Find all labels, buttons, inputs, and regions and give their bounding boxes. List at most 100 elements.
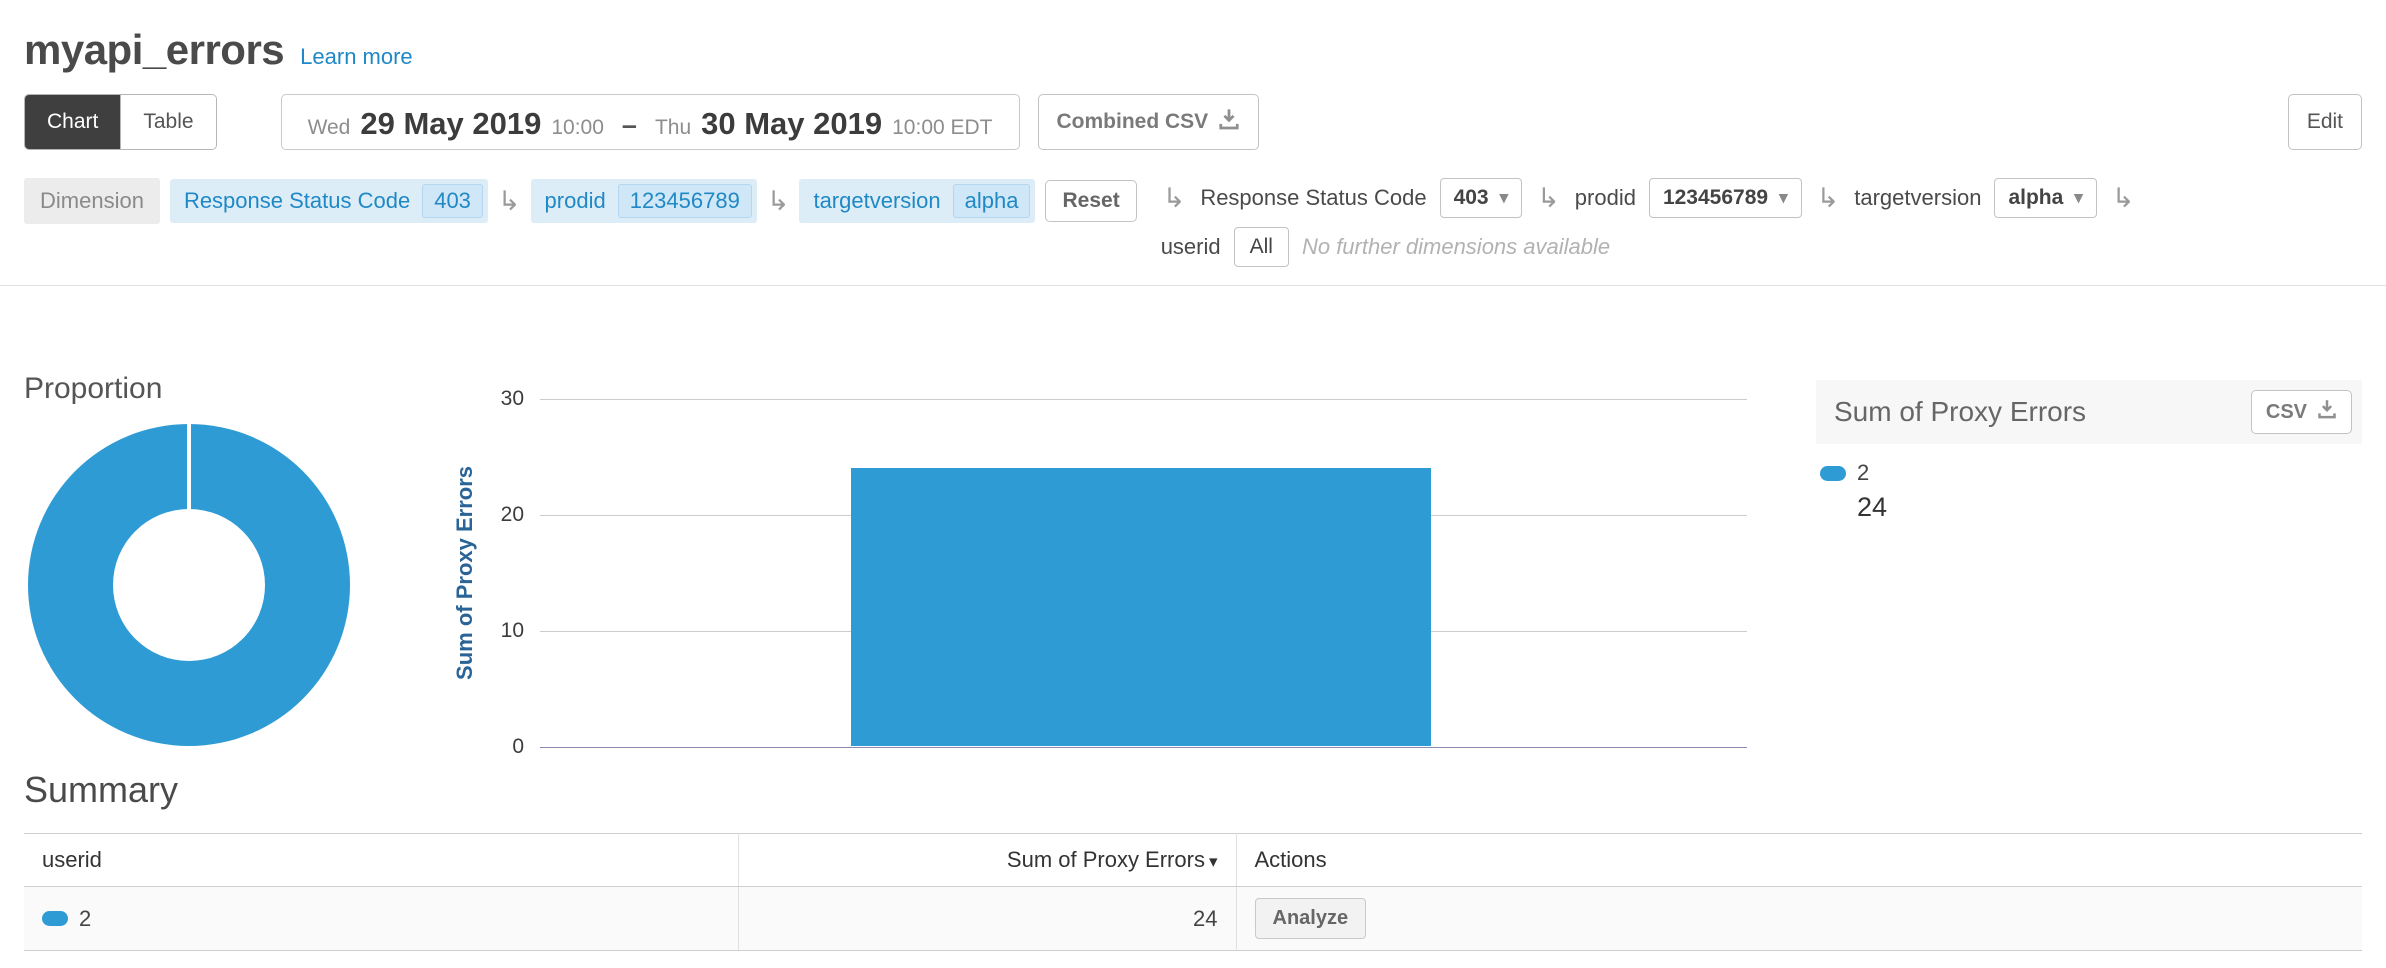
summary-table: userid Sum of Proxy Errors▾ Actions 2 24… <box>24 833 2362 951</box>
y-tick-label: 0 <box>512 735 524 759</box>
breadcrumb-chip[interactable]: Response Status Code 403 <box>170 179 488 223</box>
legend-item-label: 2 <box>1857 460 1869 486</box>
selector-row: ↳ Response Status Code 403 ▾ ↳ prodid 12… <box>1161 178 2137 218</box>
selector-row: userid All No further dimensions availab… <box>1161 227 2137 267</box>
bar-chart: Sum of Proxy Errors 3020100 <box>426 372 1790 747</box>
table-header-row: userid Sum of Proxy Errors▾ Actions <box>24 834 2362 887</box>
cell-sum: 24 <box>738 887 1236 951</box>
date-range-separator: – <box>622 110 637 141</box>
divider <box>0 285 2386 286</box>
status-code-dropdown[interactable]: 403 ▾ <box>1440 178 1523 218</box>
selector-name: targetversion <box>1854 185 1981 211</box>
breadcrumb-value: alpha <box>953 184 1031 218</box>
end-day: Thu <box>655 116 691 140</box>
y-tick-label: 20 <box>501 503 524 527</box>
summary-title: Summary <box>24 769 2362 811</box>
page-header: myapi_errors Learn more <box>24 26 2362 74</box>
cell-userid: 2 <box>24 887 738 951</box>
csv-label: CSV <box>2266 401 2307 424</box>
column-header-userid: userid <box>24 834 738 887</box>
edit-button[interactable]: Edit <box>2288 94 2362 150</box>
y-axis-label: Sum of Proxy Errors <box>452 466 478 680</box>
analyze-button[interactable]: Analyze <box>1255 898 1367 939</box>
chevron-down-icon: ▾ <box>1500 188 1509 208</box>
y-tick-label: 30 <box>501 387 524 411</box>
userid-all-button[interactable]: All <box>1234 227 1289 267</box>
column-header-sum[interactable]: Sum of Proxy Errors▾ <box>738 834 1236 887</box>
breadcrumb-name: Response Status Code <box>184 188 410 214</box>
date-range-picker[interactable]: Wed 29 May 2019 10:00 – Thu 30 May 2019 … <box>281 94 1020 150</box>
download-icon <box>2317 399 2337 425</box>
download-icon <box>1218 108 1240 136</box>
breadcrumb-name: targetversion <box>813 188 940 214</box>
legend-items: 2 24 <box>1816 444 2362 523</box>
page-title: myapi_errors <box>24 26 284 74</box>
charts-section: Proportion Sum of Proxy Errors 3020100 S… <box>24 372 2362 747</box>
toolbar: Chart Table Wed 29 May 2019 10:00 – Thu … <box>24 94 2362 150</box>
drilldown-arrow-icon: ↳ <box>2110 185 2137 212</box>
dimension-breadcrumb: Response Status Code 403 ↳ prodid 123456… <box>170 179 1036 223</box>
selector-name: Response Status Code <box>1200 185 1426 211</box>
start-day: Wed <box>308 116 351 140</box>
gridline <box>540 747 1747 748</box>
dimension-drilldown: Dimension Response Status Code 403 ↳ pro… <box>24 178 1137 224</box>
selector-name: prodid <box>1575 185 1636 211</box>
cell-actions: Analyze <box>1236 887 2362 951</box>
breadcrumb-value: 123456789 <box>618 184 752 218</box>
bar-series <box>851 468 1430 746</box>
start-time: 10:00 <box>551 116 604 140</box>
dropdown-value: 123456789 <box>1663 186 1768 210</box>
learn-more-link[interactable]: Learn more <box>300 44 413 70</box>
dropdown-value: alpha <box>2008 186 2063 210</box>
prodid-dropdown[interactable]: 123456789 ▾ <box>1649 178 1802 218</box>
userid-value: 2 <box>79 906 91 932</box>
selector-name: userid <box>1161 234 1221 260</box>
dimension-selectors: ↳ Response Status Code 403 ▾ ↳ prodid 12… <box>1161 178 2137 267</box>
combined-csv-button[interactable]: Combined CSV <box>1038 94 1260 150</box>
drilldown-arrow-icon: ↳ <box>496 188 523 215</box>
breadcrumb-value: 403 <box>422 184 483 218</box>
proportion-title: Proportion <box>24 372 426 406</box>
legend-header: Sum of Proxy Errors CSV <box>1816 380 2362 444</box>
series-swatch-icon <box>1820 466 1846 481</box>
no-more-dimensions-message: No further dimensions available <box>1302 234 1610 260</box>
chevron-down-icon: ▾ <box>1779 188 1788 208</box>
column-header-sum-label: Sum of Proxy Errors <box>1007 847 1205 872</box>
dimension-bar: Dimension Response Status Code 403 ↳ pro… <box>24 178 2362 267</box>
start-date: 29 May 2019 <box>360 106 541 142</box>
targetversion-dropdown[interactable]: alpha ▾ <box>1994 178 2096 218</box>
table-row: 2 24 Analyze <box>24 887 2362 951</box>
y-tick-label: 10 <box>501 619 524 643</box>
legend-item-value: 24 <box>1857 492 2362 523</box>
proportion-block: Proportion <box>24 372 426 747</box>
y-axis-label-wrap: Sum of Proxy Errors <box>452 399 478 747</box>
chart-view-button[interactable]: Chart <box>25 95 120 149</box>
table-view-button[interactable]: Table <box>120 95 215 149</box>
end-date: 30 May 2019 <box>701 106 882 142</box>
page: myapi_errors Learn more Chart Table Wed … <box>0 0 2386 951</box>
bar-chart-plot: 3020100 <box>540 399 1747 747</box>
csv-button[interactable]: CSV <box>2251 390 2352 434</box>
breadcrumb-name: prodid <box>545 188 606 214</box>
proportion-donut-chart <box>28 424 350 746</box>
combined-csv-label: Combined CSV <box>1057 110 1209 134</box>
legend-item[interactable]: 2 <box>1820 460 2362 486</box>
dimension-label: Dimension <box>24 178 160 224</box>
breadcrumb-chip[interactable]: prodid 123456789 <box>531 179 757 223</box>
dropdown-value: 403 <box>1454 186 1489 210</box>
drilldown-arrow-icon: ↳ <box>765 188 792 215</box>
end-time: 10:00 EDT <box>892 116 992 140</box>
legend-panel: Sum of Proxy Errors CSV 2 24 <box>1816 372 2362 747</box>
reset-button[interactable]: Reset <box>1045 180 1136 222</box>
gridline <box>540 399 1747 400</box>
sort-descending-icon: ▾ <box>1209 852 1218 871</box>
drilldown-arrow-icon: ↳ <box>1161 185 1188 212</box>
chevron-down-icon: ▾ <box>2074 188 2083 208</box>
legend-title: Sum of Proxy Errors <box>1834 396 2086 428</box>
breadcrumb-chip[interactable]: targetversion alpha <box>799 179 1035 223</box>
drilldown-arrow-icon: ↳ <box>1815 185 1842 212</box>
view-toggle: Chart Table <box>24 94 217 150</box>
series-swatch-icon <box>42 911 68 926</box>
drilldown-arrow-icon: ↳ <box>1535 185 1562 212</box>
column-header-actions: Actions <box>1236 834 2362 887</box>
